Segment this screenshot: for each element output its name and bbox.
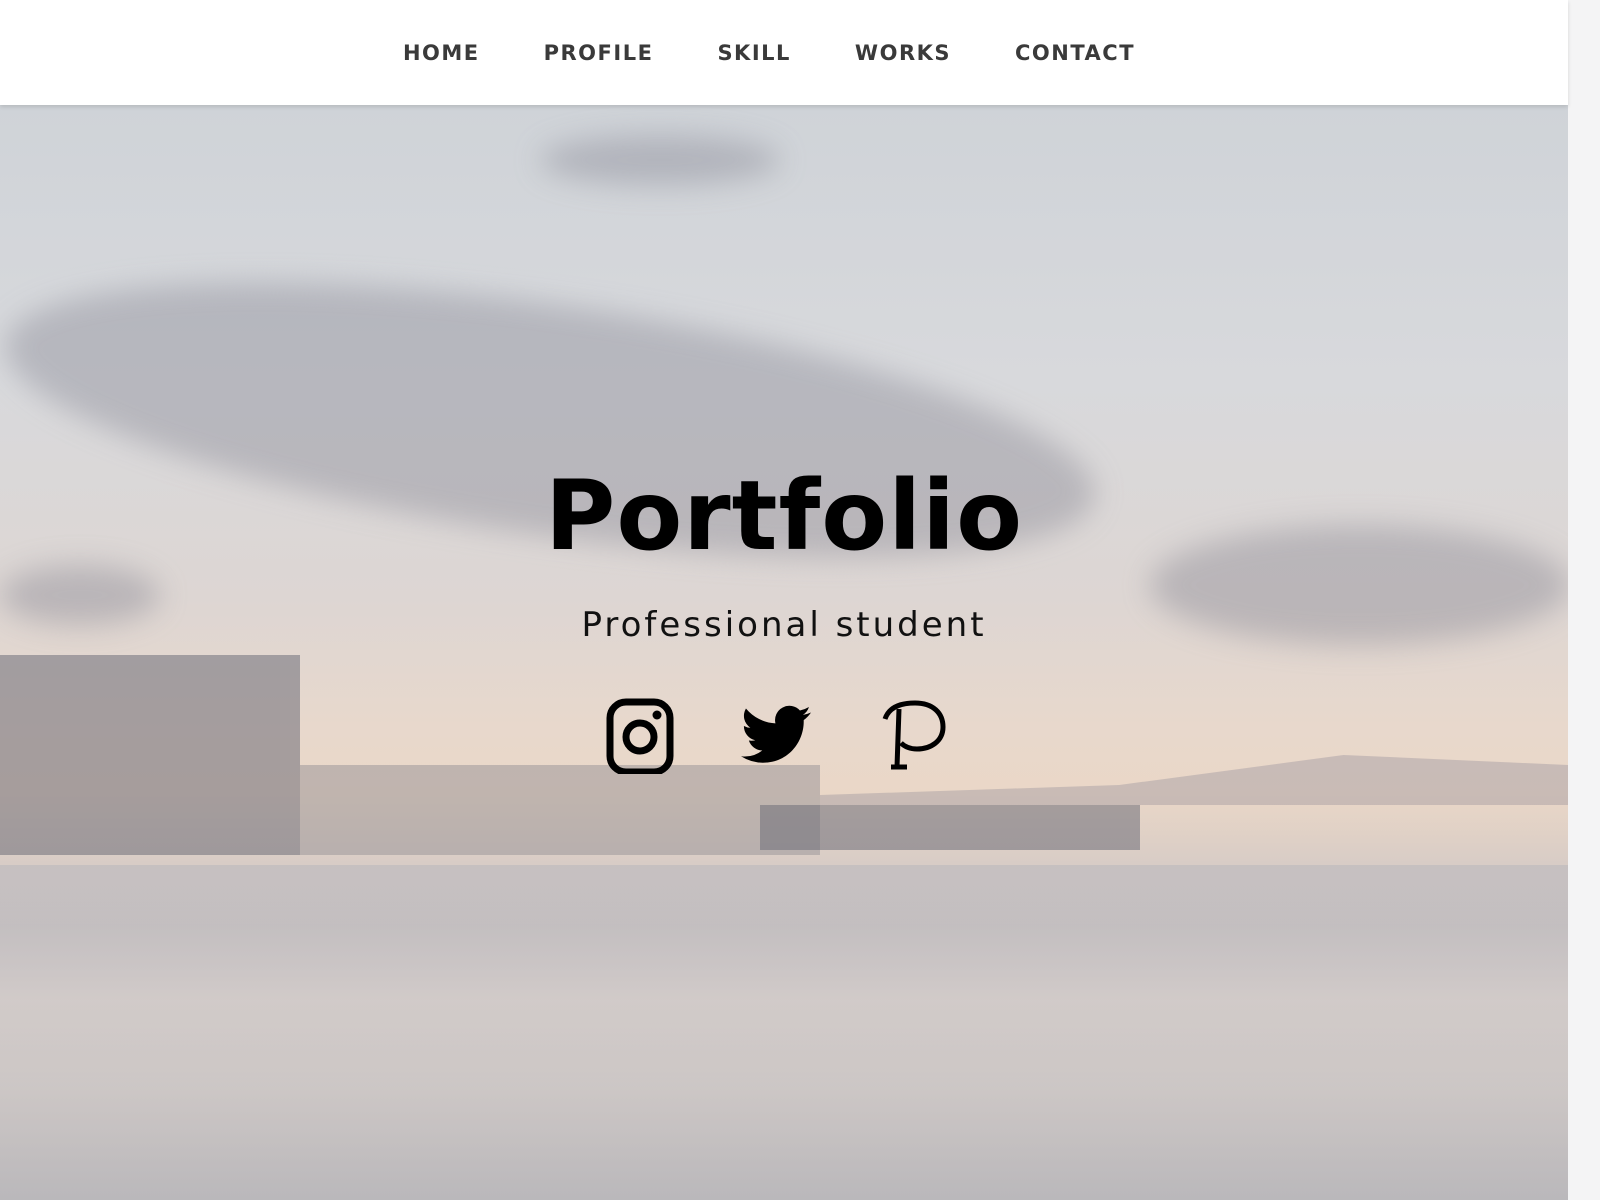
nav-home[interactable]: HOME [371,41,512,65]
nav-skill[interactable]: SKILL [685,41,822,65]
nav-works[interactable]: WORKS [823,41,983,65]
nav-contact[interactable]: CONTACT [983,41,1167,65]
hero-title: Portfolio [544,460,1024,572]
page: HOME PROFILE SKILL WORKS CONTACT Portfol… [0,0,1568,1200]
nav-profile[interactable]: PROFILE [512,41,686,65]
twitter-icon[interactable] [741,695,811,775]
main-nav: HOME PROFILE SKILL WORKS CONTACT [371,41,1167,65]
instagram-icon[interactable] [605,695,675,775]
pinterest-icon[interactable] [877,695,947,775]
hero-background: Portfolio Professional student [0,105,1568,1200]
site-header: HOME PROFILE SKILL WORKS CONTACT [0,0,1568,105]
social-links [0,695,1560,775]
hero-subtitle: Professional student [581,605,987,645]
